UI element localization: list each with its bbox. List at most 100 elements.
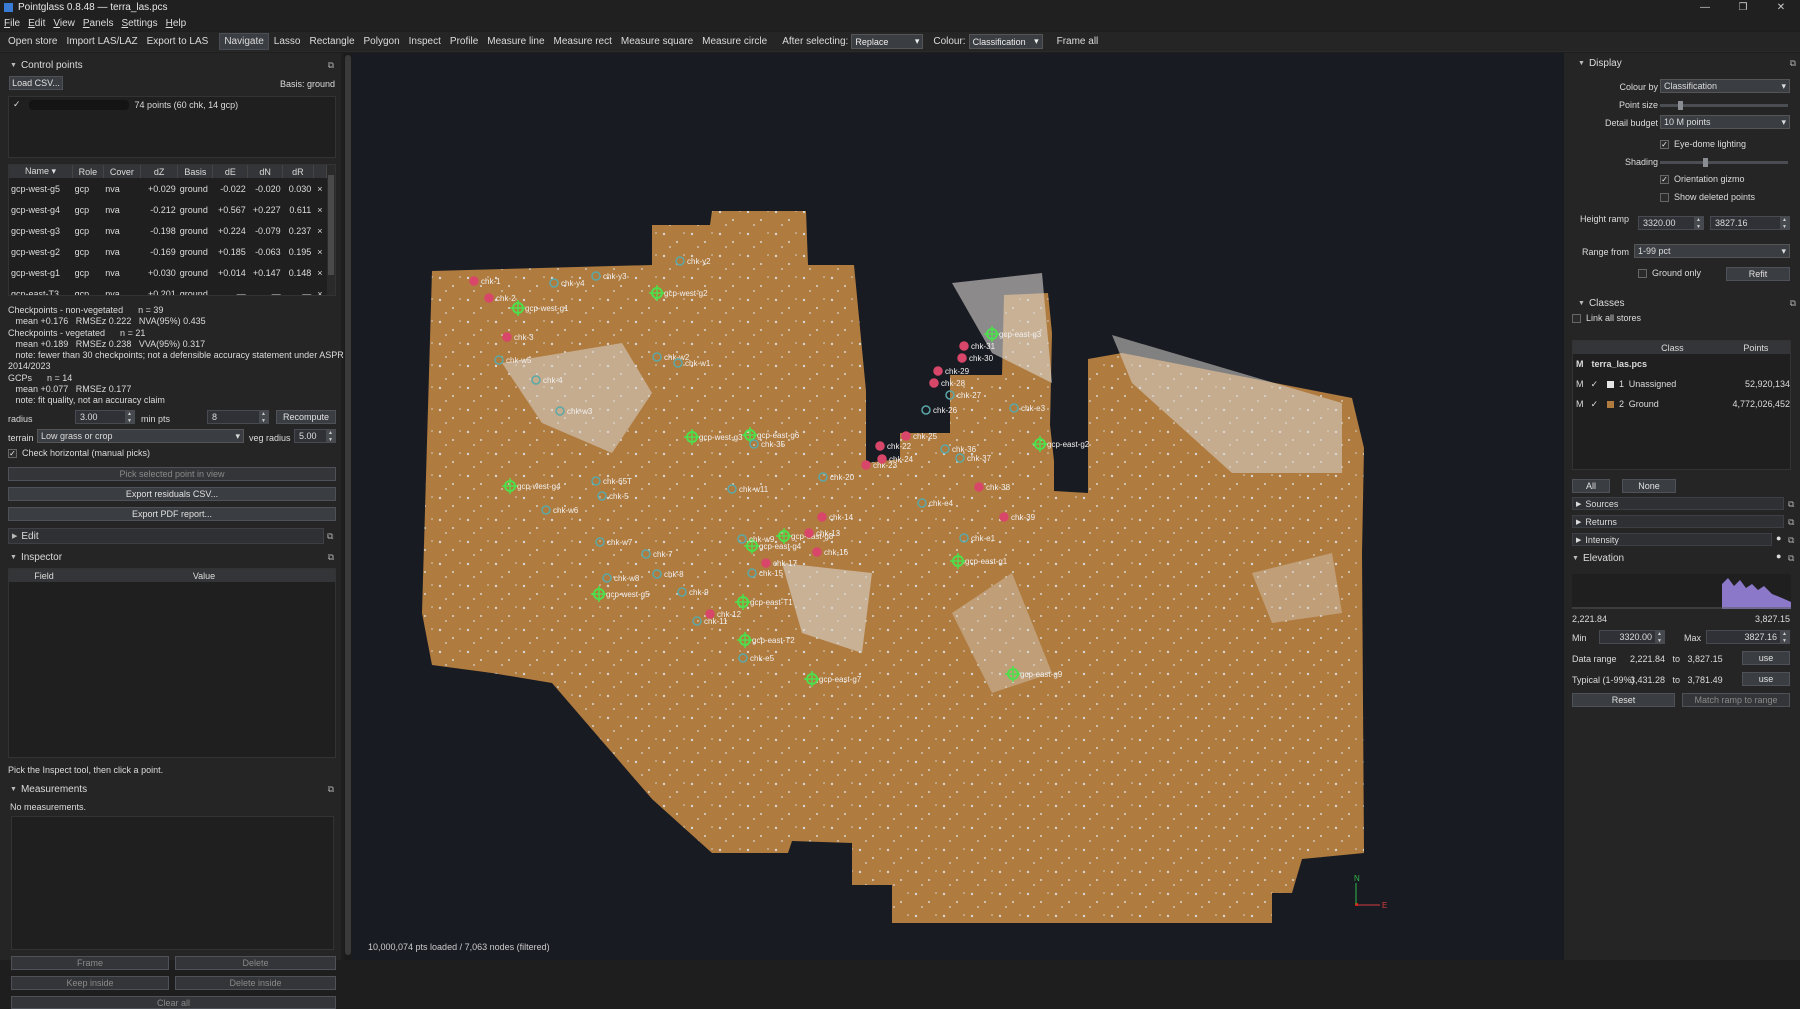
measure-square-button[interactable]: Measure square bbox=[617, 34, 697, 49]
table-row[interactable]: gcp-west-g2 gcp nva -0.169 ground +0.185 -0.06… bbox=[9, 241, 327, 262]
link-all-stores-row[interactable]: Link all stores bbox=[1572, 313, 1641, 323]
marker-circle-icon[interactable] bbox=[877, 454, 887, 464]
after-selecting-select[interactable]: Replace ▾ bbox=[851, 34, 924, 49]
lasso-tool-button[interactable]: Lasso bbox=[270, 34, 305, 49]
col-value[interactable]: Value bbox=[79, 571, 329, 581]
marker-red[interactable]: chk-3 bbox=[502, 332, 534, 342]
col-name[interactable]: Name ▾ bbox=[9, 165, 74, 178]
checkbox-checked-icon[interactable]: ✓ bbox=[8, 448, 17, 458]
marker-circle-icon[interactable] bbox=[469, 276, 479, 286]
remove-row-icon[interactable]: × bbox=[313, 178, 326, 199]
pick-selected-button[interactable]: Pick selected point in view bbox=[8, 467, 336, 481]
table-row[interactable]: gcp-west-g3 gcp nva -0.198 ground +0.224 -0.07… bbox=[9, 220, 327, 241]
col-cover[interactable]: Cover bbox=[103, 165, 142, 178]
undock-icon[interactable]: ⧉ bbox=[1788, 517, 1794, 528]
marker-circle-icon[interactable] bbox=[974, 482, 984, 492]
marker-circle-icon[interactable] bbox=[933, 366, 943, 376]
shading-slider[interactable] bbox=[1660, 158, 1788, 167]
recompute-button[interactable]: Recompute bbox=[276, 410, 336, 424]
col-basis[interactable]: Basis bbox=[177, 165, 214, 178]
sources-header[interactable]: ▶ Sources bbox=[1572, 497, 1784, 510]
spin-arrows-icon[interactable]: ▲ ▼ bbox=[326, 430, 335, 443]
navigate-tool-button[interactable]: Navigate bbox=[219, 33, 269, 50]
left-panel-scrollbar[interactable] bbox=[344, 53, 352, 960]
point-cloud-viewport[interactable]: N E chk-y3 chk-y2 chk-1 chk-3 chk-2 chk-y4 gcp… bbox=[352, 53, 1564, 960]
marker-circle-icon[interactable] bbox=[921, 405, 931, 415]
col-dr[interactable]: dR bbox=[282, 165, 314, 178]
enabled-dot-icon[interactable]: ● bbox=[1776, 533, 1781, 543]
col-class[interactable]: Class bbox=[1573, 343, 1722, 353]
close-button[interactable]: ✕ bbox=[1762, 0, 1800, 15]
checkbox-unchecked-icon[interactable] bbox=[1572, 313, 1581, 323]
classes-header[interactable]: ▼ Classes ⧉ bbox=[1568, 295, 1796, 311]
marker-red[interactable]: chk-2 bbox=[484, 293, 516, 303]
undock-icon[interactable]: ⧉ bbox=[1788, 499, 1794, 510]
marker-gcp[interactable]: gcp-east-g2 bbox=[1032, 436, 1090, 452]
marker-red[interactable]: chk-22 bbox=[875, 441, 912, 451]
load-csv-button[interactable]: Load CSV... bbox=[9, 76, 63, 90]
enabled-dot-icon[interactable]: ● bbox=[1776, 551, 1781, 561]
table-row[interactable]: gcp-west-g5 gcp nva +0.029 ground -0.022 -0.02… bbox=[9, 178, 327, 199]
colour-by-select[interactable]: Classification ▾ bbox=[1660, 79, 1790, 93]
col-dz[interactable]: dZ bbox=[140, 165, 179, 178]
menu-panels[interactable]: Panels bbox=[83, 18, 114, 29]
measurements-header[interactable]: ▼ Measurements ⧉ bbox=[0, 781, 338, 797]
menu-help[interactable]: Help bbox=[166, 18, 187, 29]
store-entry[interactable]: ✓ 74 points (60 chk, 14 gcp) bbox=[13, 99, 238, 110]
marker-red[interactable]: chk-24 bbox=[877, 454, 914, 464]
clear-all-button[interactable]: Clear all bbox=[11, 996, 336, 1009]
class-color-swatch[interactable] bbox=[1607, 400, 1615, 408]
gizmo-row[interactable]: ✓ Orientation gizmo bbox=[1660, 174, 1745, 184]
marker-circle-icon[interactable] bbox=[959, 341, 969, 351]
marker-red[interactable]: chk-17 bbox=[761, 558, 798, 568]
marker-red[interactable]: chk-38 bbox=[974, 482, 1011, 492]
returns-header[interactable]: ▶ Returns bbox=[1572, 515, 1784, 528]
minpts-input[interactable]: 8 ▲ ▼ bbox=[207, 410, 269, 424]
marker-circle-icon[interactable] bbox=[999, 512, 1009, 522]
marker-circle-icon[interactable] bbox=[761, 558, 771, 568]
menu-view[interactable]: View bbox=[53, 18, 75, 29]
marker-circle-icon[interactable] bbox=[901, 431, 911, 441]
undock-icon[interactable]: ⧉ bbox=[328, 552, 334, 563]
elev-min-input[interactable]: 3320.00 ▲ ▼ bbox=[1599, 630, 1665, 644]
visibility-check-icon[interactable]: ✓ bbox=[1588, 399, 1602, 410]
minimize-button[interactable]: — bbox=[1686, 0, 1724, 15]
table-scrollbar[interactable] bbox=[327, 165, 335, 295]
marker-red[interactable]: chk-1 bbox=[469, 276, 501, 286]
elev-max-input[interactable]: 3827.16 ▲ ▼ bbox=[1706, 630, 1790, 644]
colour-select[interactable]: Classification ▾ bbox=[968, 34, 1043, 49]
delete-measurement-button[interactable]: Delete bbox=[175, 956, 336, 970]
undock-icon[interactable]: ⧉ bbox=[327, 531, 333, 542]
match-ramp-button[interactable]: Match ramp to range bbox=[1682, 693, 1790, 707]
use-data-range-button[interactable]: use bbox=[1742, 651, 1790, 665]
polygon-tool-button[interactable]: Polygon bbox=[360, 34, 404, 49]
menu-file[interactable]: File bbox=[4, 18, 20, 29]
delete-inside-button[interactable]: Delete inside bbox=[175, 976, 336, 990]
marker-red[interactable]: chk-13 bbox=[804, 528, 841, 538]
marker-circle-icon[interactable] bbox=[875, 441, 885, 451]
checkbox-unchecked-icon[interactable] bbox=[1638, 268, 1647, 278]
undock-icon[interactable]: ⧉ bbox=[328, 784, 334, 795]
col-points[interactable]: Points bbox=[1722, 343, 1790, 353]
open-store-button[interactable]: Open store bbox=[4, 34, 61, 49]
display-header[interactable]: ▼ Display ⧉ bbox=[1568, 55, 1796, 71]
measure-rect-button[interactable]: Measure rect bbox=[550, 34, 616, 49]
class-color-swatch[interactable] bbox=[1607, 380, 1615, 388]
col-de[interactable]: dE bbox=[212, 165, 249, 178]
undock-icon[interactable]: ⧉ bbox=[328, 60, 334, 71]
elevation-histogram[interactable] bbox=[1572, 574, 1791, 609]
marker-red[interactable]: chk-14 bbox=[817, 512, 854, 522]
undock-icon[interactable]: ⧉ bbox=[1790, 298, 1796, 309]
detail-budget-select[interactable]: 10 M points ▾ bbox=[1660, 115, 1790, 129]
spin-arrows-icon[interactable]: ▲ ▼ bbox=[1780, 217, 1789, 230]
spin-arrows-icon[interactable]: ▲ ▼ bbox=[1780, 631, 1789, 644]
col-dn[interactable]: dN bbox=[247, 165, 284, 178]
marker-circle-icon[interactable] bbox=[957, 353, 967, 363]
edl-row[interactable]: ✓ Eye-dome lighting bbox=[1660, 139, 1746, 149]
marker-red[interactable]: chk-28 bbox=[929, 378, 966, 388]
undock-icon[interactable]: ⧉ bbox=[1788, 553, 1794, 564]
marker-circle-icon[interactable] bbox=[817, 512, 827, 522]
refit-button[interactable]: Refit bbox=[1726, 267, 1790, 281]
marker-circle-icon[interactable] bbox=[502, 332, 512, 342]
height-max-input[interactable]: 3827.16 ▲ ▼ bbox=[1710, 216, 1790, 230]
